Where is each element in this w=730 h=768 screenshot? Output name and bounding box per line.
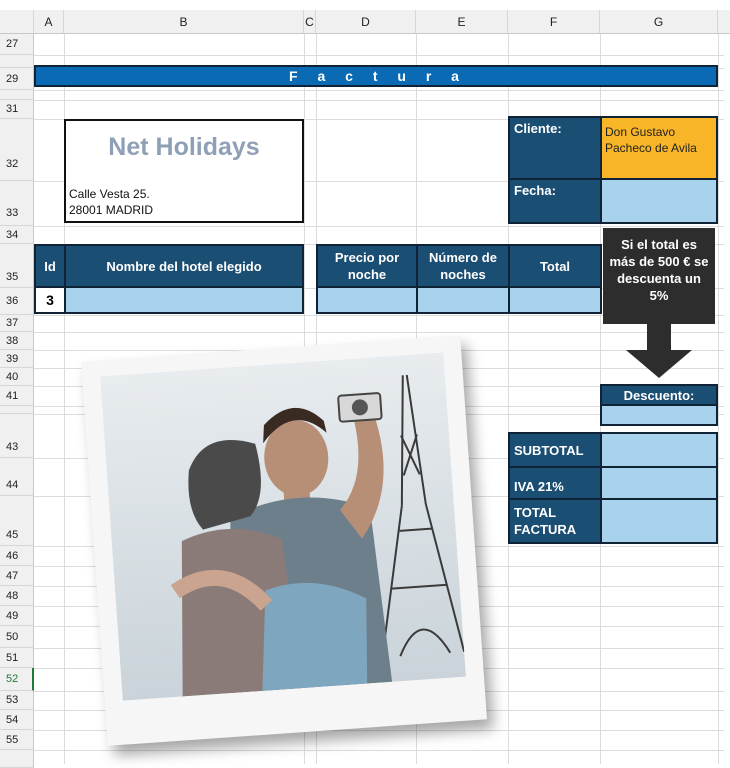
company-address-line2: 28001 MADRID bbox=[69, 203, 154, 217]
row-header-33[interactable]: 33 bbox=[0, 181, 34, 226]
hotel-name-header-label: Nombre del hotel elegido bbox=[106, 258, 262, 274]
column-header-d[interactable]: D bbox=[316, 10, 416, 34]
nights-value-cell[interactable] bbox=[416, 286, 510, 314]
row-header-38[interactable]: 38 bbox=[0, 332, 34, 350]
discount-label: Descuento: bbox=[623, 387, 695, 403]
row-header-56[interactable] bbox=[0, 750, 34, 768]
nights-header-label: Número de noches bbox=[429, 250, 497, 282]
client-value: Don Gustavo Pacheco de Avila bbox=[605, 125, 697, 155]
grid-line bbox=[34, 90, 724, 91]
total-header-label: Total bbox=[539, 258, 571, 274]
price-header: Precio por noche bbox=[316, 244, 418, 288]
price-header-label: Precio por noche bbox=[334, 250, 400, 282]
column-header-f[interactable]: F bbox=[508, 10, 600, 34]
grid-line bbox=[34, 750, 724, 751]
hotel-name-header: Nombre del hotel elegido bbox=[64, 244, 304, 288]
column-header-g[interactable]: G bbox=[600, 10, 718, 34]
row-header-34[interactable]: 34 bbox=[0, 226, 34, 244]
company-address-line1: Calle Vesta 25. bbox=[69, 187, 150, 201]
total-value-cell[interactable] bbox=[508, 286, 602, 314]
row-header-53[interactable]: 53 bbox=[0, 691, 34, 710]
total-factura-label: TOTAL FACTURA bbox=[514, 505, 577, 537]
row-header-31[interactable]: 31 bbox=[0, 100, 34, 119]
total-factura-value-cell[interactable] bbox=[600, 498, 718, 544]
client-value-cell[interactable]: Don Gustavo Pacheco de Avila bbox=[600, 116, 718, 180]
client-label: Cliente: bbox=[514, 121, 562, 136]
row-header-50[interactable]: 50 bbox=[0, 626, 34, 648]
column-header-a[interactable]: A bbox=[34, 10, 64, 34]
column-header-filler bbox=[718, 10, 730, 34]
grid-line bbox=[718, 34, 719, 764]
company-box[interactable]: Net Holidays Calle Vesta 25. 28001 MADRI… bbox=[64, 119, 304, 223]
iva-label: IVA 21% bbox=[514, 479, 564, 494]
discount-label-cell: Descuento: bbox=[600, 384, 718, 406]
row-header-39[interactable]: 39 bbox=[0, 350, 34, 368]
row-header-37[interactable]: 37 bbox=[0, 315, 34, 332]
total-factura-label-cell: TOTAL FACTURA bbox=[508, 498, 602, 544]
row-header-29[interactable]: 29 bbox=[0, 68, 34, 90]
subtotal-label: SUBTOTAL bbox=[514, 442, 584, 458]
row-header-55[interactable]: 55 bbox=[0, 730, 34, 750]
row-header-43[interactable]: 43 bbox=[0, 414, 34, 458]
row-header-45[interactable]: 45 bbox=[0, 496, 34, 546]
total-header: Total bbox=[508, 244, 602, 288]
row-header-36[interactable]: 36 bbox=[0, 288, 34, 315]
row-header-30[interactable] bbox=[0, 90, 34, 100]
id-header: Id bbox=[34, 244, 66, 288]
row-header-51[interactable]: 51 bbox=[0, 648, 34, 668]
select-all-corner[interactable] bbox=[0, 10, 34, 34]
row-header-48[interactable]: 48 bbox=[0, 586, 34, 606]
row-header-32[interactable]: 32 bbox=[0, 119, 34, 181]
discount-note-text: Si el total es más de 500 € se descuenta… bbox=[609, 237, 709, 303]
id-value: 3 bbox=[46, 292, 54, 308]
id-header-label: Id bbox=[44, 258, 56, 274]
column-header-c[interactable]: C bbox=[304, 10, 316, 34]
iva-label-cell: IVA 21% bbox=[508, 466, 602, 500]
couple-photo[interactable] bbox=[81, 335, 487, 746]
row-header-42[interactable] bbox=[0, 406, 34, 414]
date-value-cell[interactable] bbox=[600, 178, 718, 224]
grid-line bbox=[34, 100, 724, 101]
down-arrow-icon bbox=[626, 324, 692, 378]
date-label-cell: Fecha: bbox=[508, 178, 602, 224]
hotel-name-value-cell[interactable] bbox=[64, 286, 304, 314]
invoice-title: F a c t u r a bbox=[289, 68, 463, 84]
id-value-cell[interactable]: 3 bbox=[34, 286, 66, 314]
grid-line bbox=[34, 226, 724, 227]
nights-header: Número de noches bbox=[416, 244, 510, 288]
iva-value-cell[interactable] bbox=[600, 466, 718, 500]
price-value-cell[interactable] bbox=[316, 286, 418, 314]
row-header-40[interactable]: 40 bbox=[0, 368, 34, 386]
company-name: Net Holidays bbox=[108, 133, 260, 161]
row-header-49[interactable]: 49 bbox=[0, 606, 34, 626]
client-label-cell: Cliente: bbox=[508, 116, 602, 180]
row-header-27[interactable]: 27 bbox=[0, 34, 34, 55]
discount-value-cell[interactable] bbox=[600, 404, 718, 426]
row-header-47[interactable]: 47 bbox=[0, 566, 34, 586]
grid-line bbox=[34, 55, 724, 56]
column-header-e[interactable]: E bbox=[416, 10, 508, 34]
row-header-44[interactable]: 44 bbox=[0, 458, 34, 496]
row-header-52[interactable]: 52 bbox=[0, 668, 34, 691]
row-header-46[interactable]: 46 bbox=[0, 546, 34, 566]
row-header-54[interactable]: 54 bbox=[0, 710, 34, 730]
date-label: Fecha: bbox=[514, 183, 556, 198]
row-header-35[interactable]: 35 bbox=[0, 244, 34, 288]
subtotal-label-cell: SUBTOTAL bbox=[508, 432, 602, 468]
row-header-28[interactable] bbox=[0, 55, 34, 68]
column-header-b[interactable]: B bbox=[64, 10, 304, 34]
photo-illustration bbox=[100, 352, 466, 701]
invoice-banner[interactable]: F a c t u r a bbox=[34, 65, 718, 87]
row-header-41[interactable]: 41 bbox=[0, 386, 34, 406]
discount-note: Si el total es más de 500 € se descuenta… bbox=[603, 228, 715, 324]
subtotal-value-cell[interactable] bbox=[600, 432, 718, 468]
